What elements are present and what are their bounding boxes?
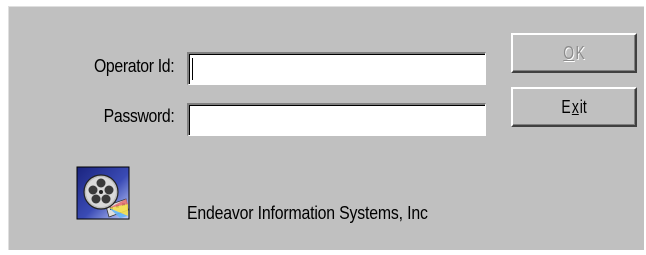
exit-after: it bbox=[579, 96, 587, 117]
ok-button[interactable]: OK bbox=[511, 33, 637, 73]
password-input[interactable] bbox=[187, 103, 486, 136]
ok-mnemonic: O bbox=[563, 42, 575, 63]
exit-button[interactable]: Exit bbox=[511, 87, 637, 127]
exit-button-label: Exit bbox=[561, 97, 587, 118]
login-dialog: Operator Id: Password: OK Exit Endeavor … bbox=[8, 6, 644, 250]
ok-rest: K bbox=[575, 42, 585, 63]
ok-button-label: OK bbox=[563, 43, 586, 64]
operator-id-label: Operator Id: bbox=[93, 56, 175, 76]
text-cursor bbox=[192, 58, 193, 80]
company-name: Endeavor Information Systems, Inc bbox=[187, 203, 428, 223]
film-reel-icon bbox=[76, 166, 130, 220]
password-label: Password: bbox=[103, 106, 174, 126]
exit-before: E bbox=[561, 96, 571, 117]
exit-mnemonic: x bbox=[571, 96, 579, 117]
operator-id-input[interactable] bbox=[187, 52, 486, 85]
